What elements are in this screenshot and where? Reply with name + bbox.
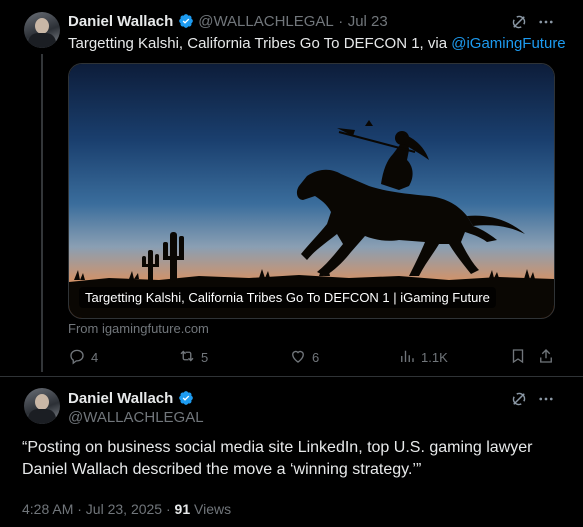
link-card[interactable]: Targetting Kalshi, California Tribes Go …: [68, 63, 555, 319]
card-caption: Targetting Kalshi, California Tribes Go …: [79, 287, 496, 308]
reply-button[interactable]: 4: [68, 347, 98, 368]
tweet-timestamp[interactable]: 4:28 AM · Jul 23, 2025 ·: [22, 501, 175, 517]
tweet-text: Targetting Kalshi, California Tribes Go …: [68, 35, 566, 52]
share-icon[interactable]: [537, 347, 555, 370]
tweet-header: Daniel Wallach: [68, 390, 194, 408]
separator-dot: ·: [338, 13, 344, 30]
reply-count: 4: [91, 350, 99, 365]
author-handle[interactable]: @WALLACHLEGAL: [198, 13, 334, 30]
views-count: 91: [174, 501, 191, 517]
repost-button[interactable]: 5: [178, 347, 208, 368]
repost-count: 5: [201, 350, 209, 365]
tweet-date[interactable]: Jul 23: [348, 13, 388, 30]
grok-icon[interactable]: [510, 390, 528, 413]
verified-badge-icon: [178, 390, 194, 406]
views-label: Views: [190, 501, 232, 517]
views-count: 1.1K: [421, 350, 448, 365]
more-icon[interactable]: [537, 13, 555, 36]
thread-connector-line: [41, 54, 43, 372]
author-handle[interactable]: @WALLACHLEGAL: [68, 409, 204, 426]
card-image-silhouette: [69, 120, 554, 318]
avatar[interactable]: [24, 12, 60, 48]
tweet-header: Daniel Wallach @WALLACHLEGAL · Jul 23: [68, 13, 388, 31]
views-button[interactable]: 1.1K: [398, 347, 448, 368]
verified-badge-icon: [178, 13, 194, 29]
more-icon[interactable]: [537, 390, 555, 413]
bookmark-icon[interactable]: [509, 347, 527, 370]
author-name[interactable]: Daniel Wallach: [68, 13, 173, 30]
like-icon: [289, 347, 307, 368]
reply-icon: [68, 347, 86, 368]
views-icon: [398, 347, 416, 368]
tweet-meta: 4:28 AM · Jul 23, 2025 · 91 Views: [22, 501, 231, 517]
avatar[interactable]: [24, 388, 60, 424]
tweet-text-body: Targetting Kalshi, California Tribes Go …: [68, 35, 452, 52]
card-source[interactable]: From igamingfuture.com: [68, 321, 209, 336]
like-count: 6: [312, 350, 320, 365]
mention-link[interactable]: @iGamingFuture: [451, 35, 565, 52]
grok-icon[interactable]: [510, 13, 528, 36]
repost-icon: [178, 347, 196, 368]
author-name[interactable]: Daniel Wallach: [68, 390, 173, 407]
tweet-text: “Posting on business social media site L…: [22, 439, 533, 478]
divider: [0, 376, 583, 377]
like-button[interactable]: 6: [289, 347, 319, 368]
